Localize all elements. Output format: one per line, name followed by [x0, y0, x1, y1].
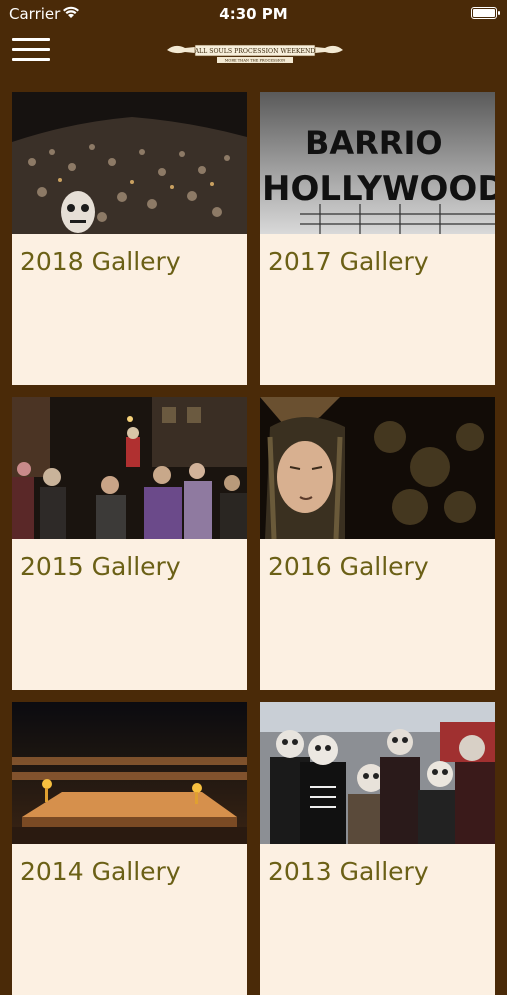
gallery-title-2016: 2016 Gallery	[268, 552, 429, 581]
gallery-title-2018: 2018 Gallery	[20, 247, 181, 276]
gallery-photo-2017: BARRIO HOLLYWOOD	[260, 92, 495, 234]
svg-text:ALL SOULS PROCESSION WEEKEND: ALL SOULS PROCESSION WEEKEND	[194, 48, 316, 55]
svg-text:BARRIO: BARRIO	[305, 124, 443, 162]
gallery-title-2014: 2014 Gallery	[20, 857, 181, 886]
gallery-photo-2014	[12, 702, 247, 844]
svg-text:MORE THAN THE PROCESSION: MORE THAN THE PROCESSION	[225, 59, 286, 63]
gallery-card-2013[interactable]: 2013 Gallery	[260, 702, 495, 995]
gallery-photo-2016	[260, 397, 495, 539]
battery-icon	[471, 7, 500, 19]
svg-text:HOLLYWOOD: HOLLYWOOD	[262, 169, 495, 209]
gallery-card-2016[interactable]: 2016 Gallery	[260, 397, 495, 690]
gallery-card-2014[interactable]: 2014 Gallery	[12, 702, 247, 995]
gallery-photo-2015	[12, 397, 247, 539]
gallery-title-2015: 2015 Gallery	[20, 552, 181, 581]
gallery-photo-2018	[12, 92, 247, 234]
gallery-photo-2013	[260, 702, 495, 844]
gallery-card-2017[interactable]: BARRIO HOLLYWOOD 2017 Gallery	[260, 92, 495, 385]
gallery-card-2018[interactable]: 2018 Gallery	[12, 92, 247, 385]
all-souls-logo: ALL SOULS PROCESSION WEEKEND MORE THAN T…	[167, 44, 343, 63]
gallery-card-2015[interactable]: 2015 Gallery	[12, 397, 247, 690]
status-bar: Carrier 4:30 PM	[0, 0, 507, 26]
gallery-title-2017: 2017 Gallery	[268, 247, 429, 276]
gallery-title-2013: 2013 Gallery	[268, 857, 429, 886]
hamburger-menu-icon[interactable]	[12, 38, 50, 68]
nav-bar: ALL SOULS PROCESSION WEEKEND MORE THAN T…	[0, 26, 507, 80]
clock-time: 4:30 PM	[219, 5, 288, 23]
